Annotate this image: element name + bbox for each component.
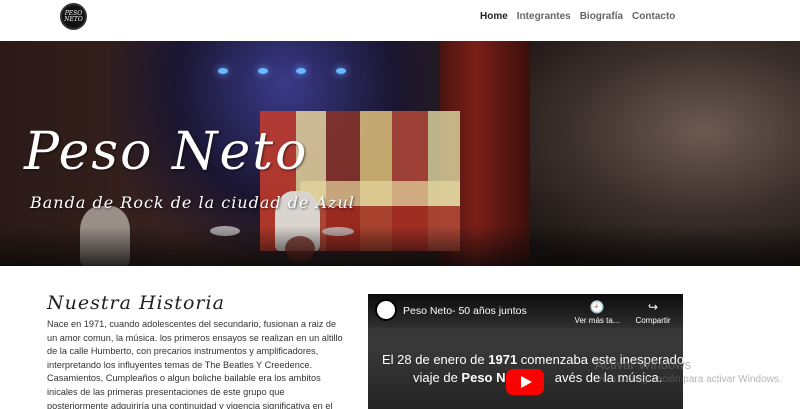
history-section: Nuestra Historia Nace en 1971, cuando ad…: [47, 292, 347, 409]
share-button[interactable]: ↪ Compartir: [630, 300, 676, 325]
channel-avatar[interactable]: [375, 299, 397, 321]
stage-light: [218, 68, 228, 74]
caption-text: El 28 de enero de: [382, 352, 489, 367]
youtube-embed[interactable]: Peso Neto- 50 años juntos 🕘 Ver más ta..…: [368, 294, 683, 409]
share-icon: ↪: [647, 300, 659, 314]
menu-item-contacto[interactable]: Contacto: [632, 11, 675, 22]
watch-later-button[interactable]: 🕘 Ver más ta...: [574, 300, 620, 325]
hero-subtitle: Banda de Rock de la ciudad de Azul: [30, 193, 355, 212]
menu-item-home[interactable]: Home: [480, 11, 508, 22]
stage-light: [258, 68, 268, 74]
navbar: PESO NETO Home Integrantes Biografía Con…: [0, 0, 800, 40]
menu-item-integrantes[interactable]: Integrantes: [517, 11, 571, 22]
stage-light: [296, 68, 306, 74]
windows-activation-title: Activar Windows: [595, 357, 692, 372]
stage-light: [336, 68, 346, 74]
video-title[interactable]: Peso Neto- 50 años juntos: [403, 305, 527, 317]
history-body: Nace en 1971, cuando adolescentes del se…: [47, 319, 343, 409]
logo-text: PESO NETO: [64, 9, 83, 23]
history-heading: Nuestra Historia: [47, 292, 225, 314]
windows-activation-text: Ve a Configuración para activar Windows.: [596, 374, 782, 385]
hero-banner: Peso Neto Banda de Rock de la ciudad de …: [0, 41, 800, 266]
watch-later-label: Ver más ta...: [574, 316, 620, 325]
stage-floor: [0, 226, 800, 266]
clock-icon: 🕘: [589, 300, 605, 314]
main-menu: Home Integrantes Biografía Contacto: [480, 11, 684, 22]
caption-text: viaje de: [413, 370, 462, 385]
hero-title: Peso Neto: [24, 122, 309, 182]
menu-item-biografia[interactable]: Biografía: [580, 11, 623, 22]
caption-year: 1971: [488, 352, 518, 367]
play-button[interactable]: [506, 369, 544, 395]
band-logo[interactable]: PESO NETO: [60, 3, 87, 30]
share-label: Compartir: [635, 316, 671, 325]
